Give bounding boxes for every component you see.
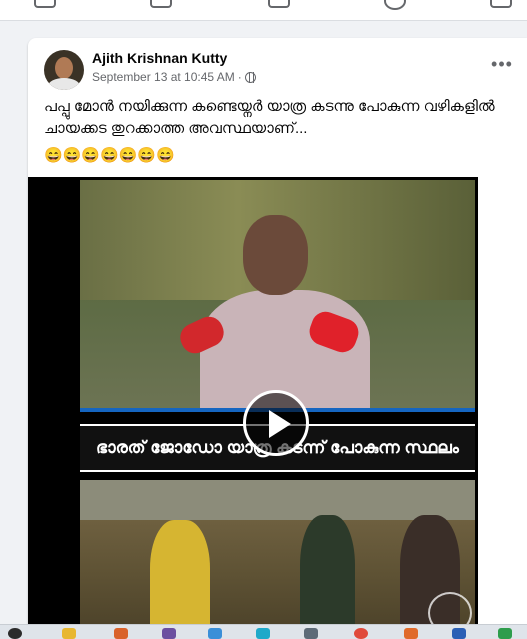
video-frame-bottom [80,480,475,638]
taskbar-app-icon[interactable] [256,628,270,639]
author-avatar[interactable] [44,50,84,90]
avatar-shirt [48,78,80,90]
taskbar-app-icon[interactable] [162,628,176,639]
frame-roof [80,480,475,520]
frame-person-2 [300,515,355,638]
taskbar-search-icon[interactable] [8,628,22,639]
nav-video-icon[interactable] [150,0,172,8]
post-card: Ajith Krishnan Kutty September 13 at 10:… [28,38,527,638]
taskbar [0,624,527,639]
nav-groups-icon[interactable] [384,0,406,10]
top-navigation-bar [0,0,527,21]
meta-separator: · [237,70,242,84]
play-icon [269,410,291,438]
taskbar-app-icon[interactable] [114,628,128,639]
frame-person-1 [150,520,210,638]
nav-gaming-icon[interactable] [490,0,512,8]
taskbar-app-icon[interactable] [304,628,318,639]
globe-icon[interactable] [244,71,256,83]
post-timestamp[interactable]: September 13 at 10:45 AM [92,70,235,84]
taskbar-app-icon[interactable] [404,628,418,639]
nav-home-icon[interactable] [34,0,56,8]
taskbar-chrome-icon[interactable] [354,628,368,639]
post-text: പപ്പു മോൻ നയിക്കുന്ന കണ്ടെയ്നർ യാത്ര കടന… [44,98,495,137]
nav-marketplace-icon[interactable] [268,0,290,8]
taskbar-explorer-icon[interactable] [62,628,76,639]
more-options-button[interactable]: ••• [487,54,517,78]
video-player[interactable]: ഭാരത് ജോഡോ യാത്ര കടന്ന് പോകുന്ന സ്ഥലം [28,177,478,638]
avatar-face [55,57,73,79]
frame-person-head [243,215,308,295]
play-button[interactable] [243,390,309,456]
taskbar-app-icon[interactable] [208,628,222,639]
post-emojis: 😄😄😄😄😄😄😄 [44,147,175,164]
taskbar-word-icon[interactable] [452,628,466,639]
taskbar-app-icon[interactable] [498,628,512,639]
video-frame-top [80,180,475,412]
post-author-name[interactable]: Ajith Krishnan Kutty [92,50,227,66]
post-meta: September 13 at 10:45 AM · [92,70,256,84]
